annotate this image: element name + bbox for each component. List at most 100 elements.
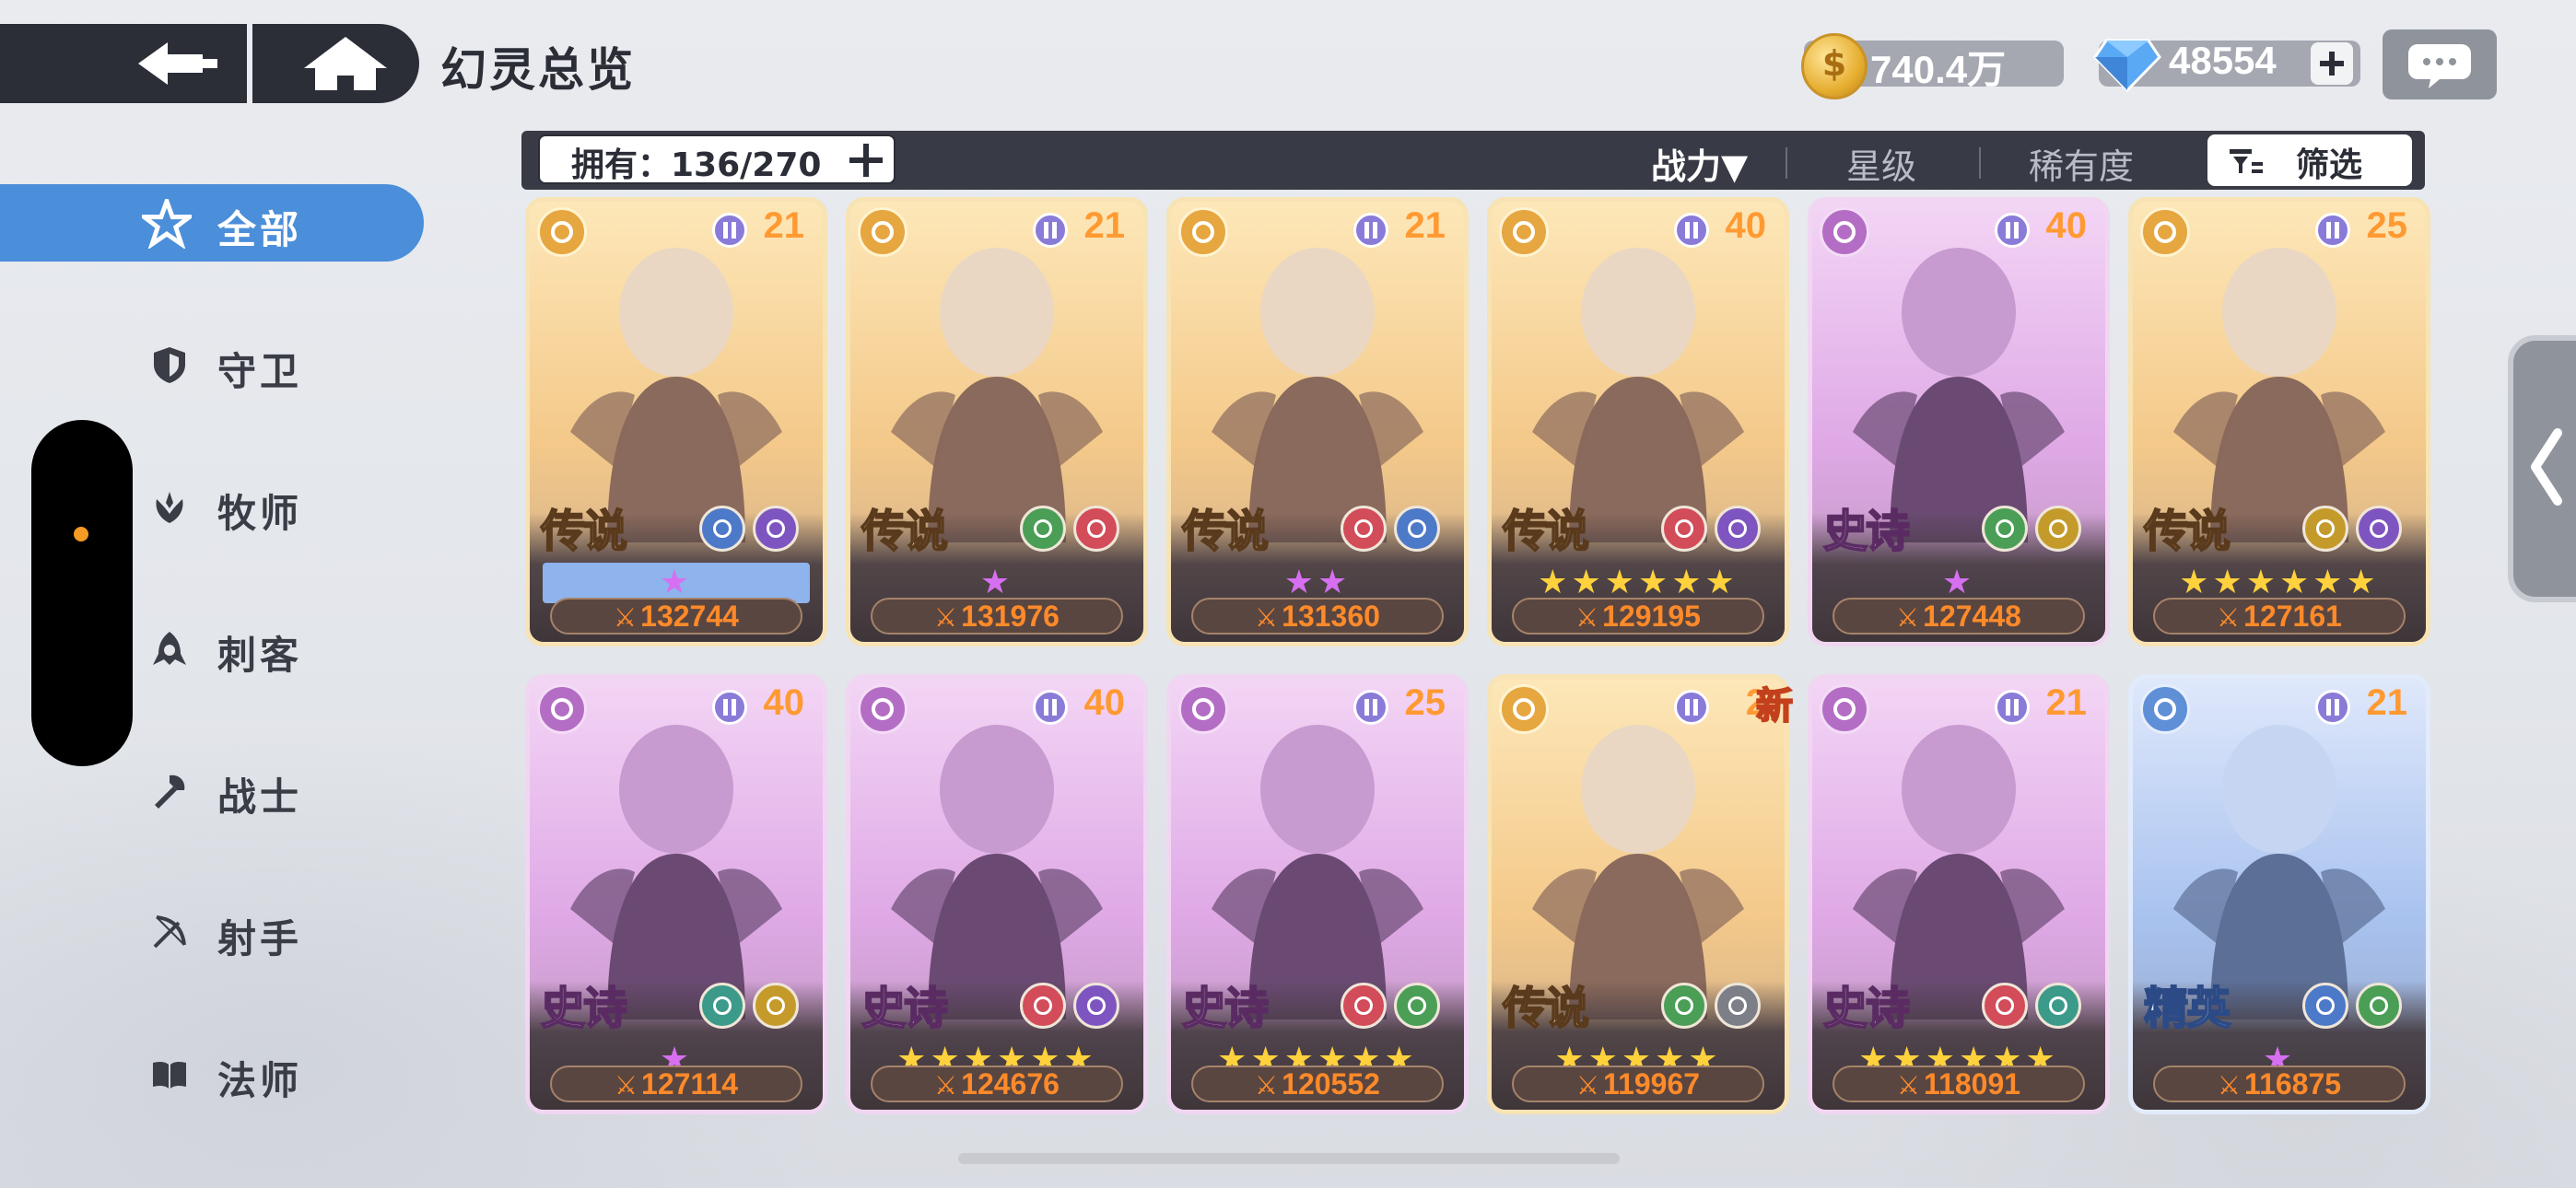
all-classes-icon [142,199,192,249]
sort-by-rarity[interactable]: 稀有度 [2029,138,2134,189]
power-value: 131360 [1282,600,1380,633]
warrior-icon [155,775,185,809]
character-level: 40 [763,682,805,723]
side-drawer-tab[interactable] [2508,335,2576,602]
character-card[interactable]: 25 史诗 ★★★★★★ ⚔ 120552 [1166,674,1469,1114]
element-icon [1661,983,1707,1029]
chat-button[interactable] [2383,29,2497,99]
crossed-swords-icon: ⚔ [2217,1070,2242,1101]
power-value: 120552 [1282,1067,1380,1101]
character-level: 21 [1083,205,1126,246]
bow-icon [153,915,186,949]
character-card[interactable]: 21 传说 ★ ⚔ 131976 [846,197,1148,646]
character-card[interactable]: 40 史诗 ★ ⚔ 127114 [525,674,827,1114]
crossed-swords-icon: ⚔ [1896,602,1920,633]
power-value: 119967 [1603,1067,1701,1101]
character-card[interactable]: 40 史诗 ★★★★★★ ⚔ 124676 [846,674,1148,1114]
power-value: 132744 [640,600,739,633]
character-level: 21 [1404,205,1446,246]
guardian-class-icon [537,207,587,257]
power-badge: ⚔ 127161 [2153,598,2406,635]
sidebar-item-archer[interactable]: 射手 [0,893,424,971]
power-badge: ⚔ 127448 [1832,598,2085,635]
crossed-swords-icon: ⚔ [614,1070,638,1101]
character-card[interactable]: 40 传说 ★★★★★★ ⚔ 129195 [1487,197,1789,646]
rarity-label: 传说 [1502,982,1590,1035]
character-card[interactable]: 21 传说 ★ ⚔ 132744 [525,197,827,646]
expand-owned-button[interactable] [848,142,884,179]
power-badge: ⚔ 116875 [2153,1066,2406,1102]
filter-button[interactable]: 筛选 [2207,134,2412,186]
power-value: 124676 [961,1067,1060,1101]
filter-label: 筛选 [2296,146,2363,184]
character-card[interactable]: 21 传说 ★★ ⚔ 131360 [1166,197,1469,646]
gem-amount: 48554 [2169,39,2277,82]
home-indicator[interactable] [958,1153,1620,1164]
home-button[interactable] [286,31,405,96]
element-icon [1341,983,1387,1029]
character-level: 40 [1083,682,1126,723]
crossed-swords-icon: ⚔ [614,602,638,633]
level-icon [2315,690,2350,725]
priest-icon [156,492,183,523]
character-level: 21 [2045,682,2088,723]
assassin-icon [153,632,186,665]
character-card[interactable]: 21 史诗 ★★★★★★ ⚔ 118091 [1808,674,2110,1114]
rarity-label: 史诗 [861,982,949,1035]
power-value: 131976 [961,600,1060,633]
sidebar-scroll-track[interactable] [31,420,133,766]
rarity-label: 史诗 [1822,982,1911,1035]
back-button[interactable] [111,31,230,96]
mage-class-icon [858,684,907,734]
crossed-swords-icon: ⚔ [1575,602,1599,633]
new-badge: 新 [1755,684,1794,728]
power-value: 127448 [1923,600,2021,633]
character-card[interactable]: 2 传说 ★★★★★ ⚔ 119967 [1487,674,1789,1114]
add-gems-button[interactable] [2311,42,2353,85]
character-card[interactable]: 25 传说 ★★★★★★ ⚔ 127161 [2128,197,2430,646]
element-icon [699,506,745,552]
assassin-class-icon [1820,684,1869,734]
level-icon [1674,213,1709,248]
level-icon [1353,690,1388,725]
assassin-class-icon [2140,684,2190,734]
power-badge: ⚔ 127114 [550,1066,802,1102]
level-icon [2315,213,2350,248]
sidebar-item-guardian[interactable]: 守卫 [0,326,424,403]
element-icon [1394,506,1440,552]
element-icon [2302,983,2348,1029]
crossed-swords-icon: ⚔ [1255,602,1279,633]
diamond-icon [2093,39,2161,93]
element-icon [753,983,799,1029]
element-icon [1715,983,1761,1029]
level-icon [1353,213,1388,248]
power-badge: ⚔ 120552 [1191,1066,1444,1102]
character-level: 40 [1725,205,1767,246]
guardian-class-icon [1499,684,1549,734]
crossed-swords-icon: ⚔ [1575,1070,1600,1101]
sidebar-item-mage[interactable]: 法师 [0,1035,424,1112]
element-icon [1020,506,1066,552]
shield-icon [154,347,185,383]
sort-by-power[interactable]: 战力▼ [1651,138,1748,189]
character-card[interactable]: 21 精英 ★ ⚔ 116875 [2128,674,2430,1114]
rarity-label: 传说 [861,505,949,558]
mage-class-icon [1499,207,1549,257]
sidebar-scroll-dot [74,527,88,542]
element-icon [753,506,799,552]
power-badge: ⚔ 124676 [871,1066,1123,1102]
element-icon [1661,506,1707,552]
crossed-swords-icon: ⚔ [934,1070,958,1101]
separator [1979,147,1981,179]
sidebar-item-all[interactable]: 全部 [0,184,424,262]
level-icon [1033,690,1068,725]
character-card[interactable]: 40 史诗 ★ ⚔ 127448 [1808,197,2110,646]
rarity-label: 传说 [540,505,628,558]
sort-by-stars[interactable]: 星级 [1846,138,1916,189]
back-arrow-icon [138,42,217,85]
element-icon [2356,983,2402,1029]
element-icon [1982,983,2028,1029]
power-badge: ⚔ 131976 [871,598,1123,635]
page-title: 幻灵总览 [440,43,636,97]
gold-coin-icon: $ [1801,33,1868,99]
